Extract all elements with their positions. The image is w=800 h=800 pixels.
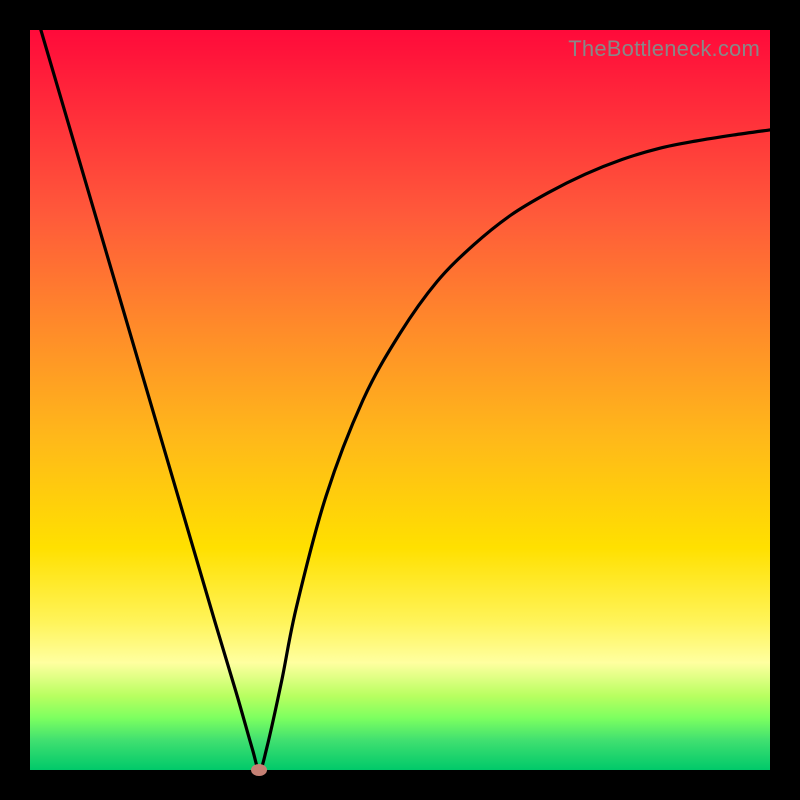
optimal-point-marker bbox=[251, 764, 267, 776]
chart-frame: TheBottleneck.com bbox=[0, 0, 800, 800]
curve-path bbox=[30, 0, 770, 770]
bottleneck-curve bbox=[30, 30, 770, 770]
plot-area: TheBottleneck.com bbox=[30, 30, 770, 770]
